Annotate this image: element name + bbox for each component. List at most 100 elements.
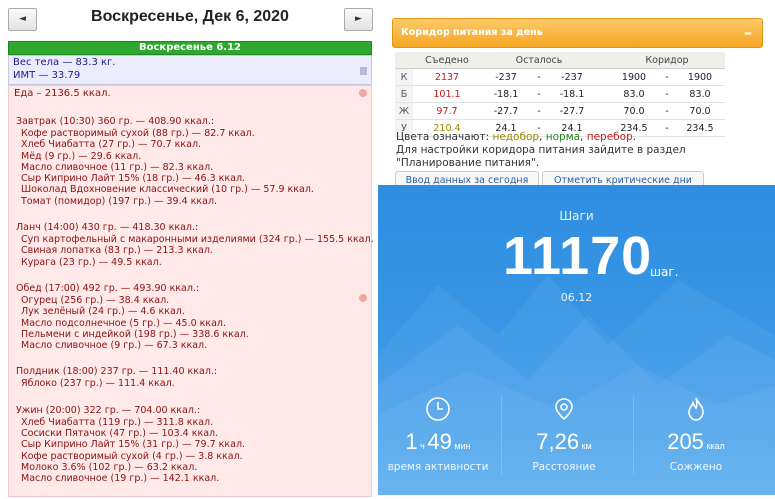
prev-day-button[interactable]: ◄ [8, 8, 37, 31]
next-day-button[interactable]: ► [344, 8, 373, 31]
divider [633, 395, 634, 475]
meal-title[interactable]: Ланч (14:00) 430 гр. — 418.30 ккал.: [16, 221, 369, 234]
food-item[interactable]: Лук зелёный (24 гр.) — 4.6 ккал. [16, 306, 369, 317]
range-dash: - [531, 68, 547, 86]
food-item[interactable]: Свиная лопатка (83 гр.) — 213.3 ккал. [16, 245, 369, 256]
calories-number: 205 [667, 429, 704, 454]
food-item[interactable]: Томат (помидор) (197 гр.) — 39.4 ккал. [16, 196, 369, 207]
table-header-blank [395, 52, 413, 69]
food-item[interactable]: Курага (23 гр.) — 49.5 ккал. [16, 257, 369, 268]
food-item[interactable]: Огурец (256 гр.) — 38.4 ккал. [16, 295, 369, 306]
row-label: К [395, 68, 413, 86]
body-weight: Вес тела — 83.3 кг. [13, 57, 116, 68]
meal-title[interactable]: Полдник (18:00) 237 гр. — 111.40 ккал.: [16, 365, 369, 378]
spacer [597, 85, 609, 103]
food-item[interactable]: Мёд (9 гр.) — 29.6 ккал. [16, 151, 369, 162]
activity-time-label: время активности [387, 461, 489, 473]
corridor-max-value: 1900 [675, 68, 725, 86]
calories-stat: 205 ккал Сожжено [636, 395, 756, 473]
table-row: Ж 97.7 -27.7- -27.7 70.0-70.0 [395, 102, 725, 120]
food-item[interactable]: Шоколад Вдохновение классический (10 гр.… [16, 184, 369, 195]
hours-unit: ч [420, 441, 425, 451]
distance-label: Расстояние [532, 461, 596, 473]
food-item[interactable]: Суп картофельный с макаронными изделиями… [16, 234, 374, 245]
range-dash: - [659, 85, 675, 103]
spacer [597, 68, 609, 86]
clock-icon [426, 397, 450, 421]
food-item[interactable]: Сыр Киприно Лайт 15% (31 гр.) — 79.7 кка… [16, 439, 369, 450]
meal-title[interactable]: Обед (17:00) 492 гр. — 493.90 ккал.: [16, 282, 369, 295]
table-header-left: Осталось [481, 52, 597, 69]
eaten-value: 97.7 [413, 102, 481, 120]
steps-label: Шаги [559, 209, 594, 223]
corridor-min-value: 83.0 [609, 85, 659, 103]
legend-over: перебор [586, 131, 633, 143]
legend-end: . [632, 131, 637, 143]
calories-label: Сожжено [669, 461, 723, 473]
corridor-max-value: 83.0 [675, 85, 725, 103]
nutrition-table: Съедено Осталось Коридор К 2137 -237- -237 1… [395, 52, 725, 137]
meal-title[interactable]: Завтрак (10:30) 360 гр. — 408.90 ккал.: [16, 115, 369, 128]
activity-time-stat: 1 ч 49 мин время активности [378, 395, 498, 473]
row-label: Ж [395, 102, 413, 120]
body-params-box[interactable]: Вес тела — 83.3 кг. ИМТ — 33.79 [8, 55, 372, 85]
diary-panel: ◄ Воскресенье, Дек 6, 2020 ► Воскресенье… [5, 3, 374, 499]
left-max-value: -27.7 [547, 102, 597, 120]
date-title: Воскресенье, Дек 6, 2020 [91, 8, 289, 25]
food-item[interactable]: Масло сливочное (19 гр.) — 142.1 ккал. [16, 473, 369, 484]
legend-sep: , [580, 131, 587, 143]
food-box: Еда – 2136.5 ккал. Завтрак (10:30) 360 г… [8, 85, 374, 499]
distance-unit: км [581, 441, 592, 451]
meal-block: Ланч (14:00) 430 гр. — 418.30 ккал.: Суп … [16, 221, 374, 268]
food-item[interactable]: Хлеб Чиабатта (119 гр.) — 311.8 ккал. [16, 417, 369, 428]
eaten-value: 101.1 [413, 85, 481, 103]
food-item[interactable]: Сыр Киприно Лайт 15% (18 гр.) — 46.3 кка… [16, 173, 369, 184]
meal-block: Полдник (18:00) 237 гр. — 111.40 ккал.: Я… [16, 365, 369, 389]
legend-norm: норма [545, 131, 581, 143]
legend-note: Для настройки коридора питания зайдите в… [396, 144, 686, 169]
corridor-header[interactable]: Коридор питания за день – [392, 18, 763, 48]
spacer [597, 102, 609, 120]
food-item[interactable]: Пельмени с индейкой (198 гр.) — 338.6 кк… [16, 329, 369, 340]
left-max-value: -18.1 [547, 85, 597, 103]
steps-unit: шаг. [650, 265, 679, 279]
steps-value: 11170 [503, 226, 653, 286]
meal-block: Ужин (20:00) 322 гр. — 704.00 ккал.: Хлеб… [16, 404, 369, 485]
food-item[interactable]: Масло сливочное (9 гр.) — 67.3 ккал. [16, 340, 369, 351]
range-dash: - [659, 102, 675, 120]
food-item[interactable]: Яблоко (237 гр.) — 111.4 ккал. [16, 378, 369, 389]
food-item[interactable]: Хлеб Чиабатта (27 гр.) — 70.7 ккал. [16, 139, 369, 150]
corridor-min-value: 70.0 [609, 102, 659, 120]
color-legend: Цвета означают: недобор, норма, перебор.… [396, 131, 761, 170]
table-row: К 2137 -237- -237 1900-1900 [395, 68, 725, 86]
table-header-corridor: Коридор [609, 52, 725, 69]
food-item[interactable]: Сосиски Пятачок (47 гр.) — 103.4 ккал. [16, 428, 369, 439]
minutes-unit: мин [454, 441, 471, 451]
food-item[interactable]: Молоко 3.6% (102 гр.) — 63.2 ккал. [16, 462, 369, 473]
distance-value: 7,26 км [504, 429, 624, 455]
eaten-value: 2137 [413, 68, 481, 86]
steps-date: 06.12 [560, 291, 593, 304]
hours-value: 1 [405, 429, 418, 454]
food-item[interactable]: Масло сливочное (11 гр.) — 82.3 ккал. [16, 162, 369, 173]
day-bar: Воскресенье 6.12 [8, 41, 372, 55]
food-item[interactable]: Кофе растворимый сухой (4 гр.) — 3.8 кка… [16, 451, 369, 462]
meal-list: Завтрак (10:30) 360 гр. — 408.90 ккал.: К… [16, 115, 374, 499]
legend-prefix: Цвета означают: [396, 131, 493, 143]
left-min-value: -237 [481, 68, 531, 86]
minutes-value: 49 [427, 429, 452, 454]
calories-value: 205 ккал [636, 429, 756, 455]
food-item[interactable]: Масло подсолнечное (5 гр.) — 45.0 ккал. [16, 318, 369, 329]
distance-number: 7,26 [536, 429, 580, 454]
location-pin-icon [555, 398, 573, 421]
flame-icon [688, 397, 704, 421]
pie-chart-icon[interactable] [359, 89, 367, 97]
meal-title[interactable]: Ужин (20:00) 322 гр. — 704.00 ккал.: [16, 404, 369, 417]
food-item[interactable]: Кофе растворимый сухой (88 гр.) — 82.7 к… [16, 128, 369, 139]
edit-icon[interactable] [360, 67, 367, 75]
collapse-icon[interactable]: – [744, 19, 752, 47]
left-min-value: -18.1 [481, 85, 531, 103]
activity-time-value: 1 ч 49 мин [378, 429, 498, 455]
divider [501, 395, 502, 475]
distance-stat: 7,26 км Расстояние [504, 395, 624, 473]
